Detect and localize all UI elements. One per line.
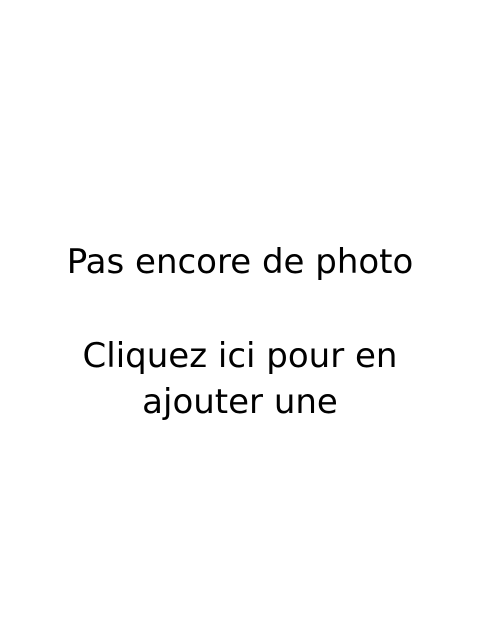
add-photo-placeholder[interactable]: Pas encore de photo Cliquez ici pour en … xyxy=(0,0,480,640)
add-photo-prompt[interactable]: Cliquez ici pour en ajouter une xyxy=(40,333,440,425)
no-photo-message: Pas encore de photo xyxy=(66,242,414,282)
